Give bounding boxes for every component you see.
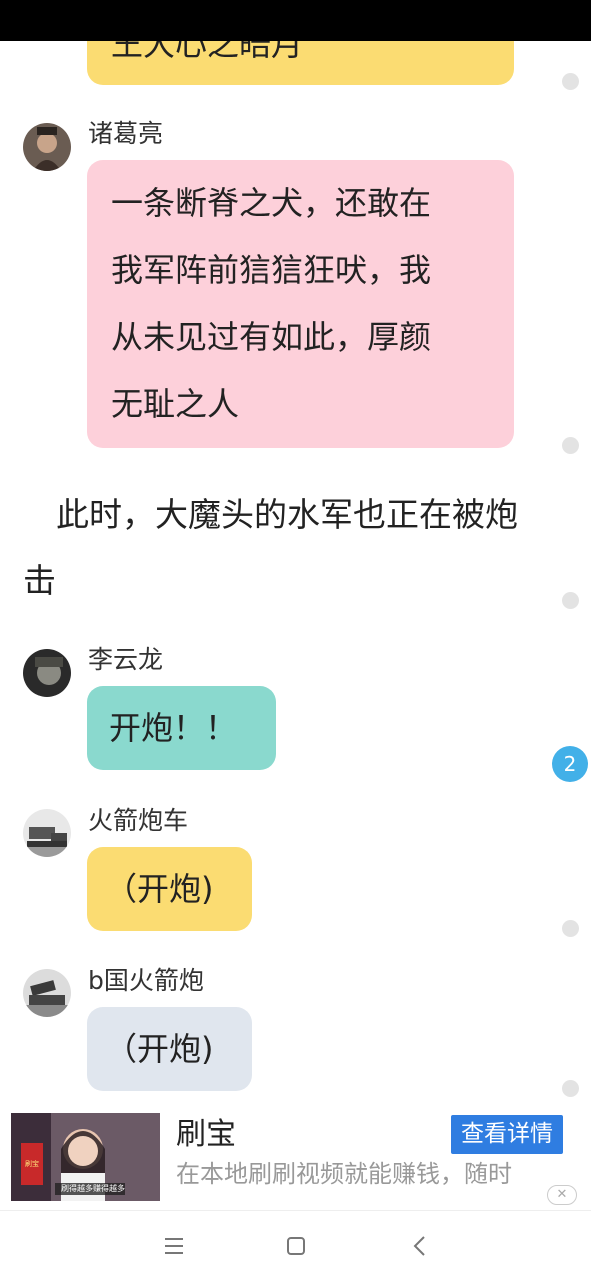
sender-name: 李云龙 <box>88 645 164 674</box>
narration-text: 此时，大魔头的水军也正在被炮击 <box>23 495 518 600</box>
avatar[interactable] <box>23 809 71 857</box>
message-text: （开炮) <box>105 1030 214 1068</box>
like-dot-icon[interactable] <box>562 73 579 90</box>
avatar[interactable] <box>23 649 71 697</box>
ad-thumb-badge: 刷宝 <box>25 1160 39 1168</box>
avatar[interactable] <box>23 123 71 171</box>
message-bubble[interactable]: 开炮！！ <box>87 686 276 770</box>
message-bubble[interactable]: 一条断脊之犬，还敢在 我军阵前狺狺狂吠，我 从未见过有如此，厚颜 无耻之人 <box>87 160 514 448</box>
ad-title[interactable]: 刷宝 <box>176 1115 236 1155</box>
close-ad-icon[interactable]: ✕ <box>547 1185 577 1205</box>
ad-thumb-caption: 刷得越多赚得越多 <box>61 1184 125 1193</box>
ad-thumbnail[interactable]: 刷得越多赚得越多 刷宝 <box>11 1113 160 1201</box>
sender-name: b国火箭炮 <box>88 966 204 995</box>
like-dot-icon[interactable] <box>562 920 579 937</box>
message-bubble[interactable]: （开炮) <box>87 847 252 931</box>
system-nav-bar <box>0 1210 591 1281</box>
avatar[interactable] <box>23 969 71 1017</box>
view-details-button[interactable]: 查看详情 <box>451 1115 563 1154</box>
message-text: 一条断脊之犬，还敢在 我军阵前狺狺狂吠，我 从未见过有如此，厚颜 无耻之人 <box>111 184 432 423</box>
home-icon[interactable] <box>286 1233 306 1259</box>
sender-name: 诸葛亮 <box>88 119 164 148</box>
message-bubble[interactable]: （开炮) <box>87 1007 252 1091</box>
back-icon[interactable] <box>410 1233 430 1259</box>
like-dot-icon[interactable] <box>562 592 579 609</box>
sender-name: 火箭炮车 <box>88 806 189 835</box>
comment-count-badge[interactable]: 2 <box>552 746 588 782</box>
ad-banner[interactable]: 刷得越多赚得越多 刷宝 刷宝 在本地刷刷视频就能赚钱，随时 查看详情 ✕ <box>0 1110 591 1206</box>
message-text: 开炮！！ <box>109 709 238 747</box>
status-bar-overlay <box>0 0 591 41</box>
ad-description[interactable]: 在本地刷刷视频就能赚钱，随时 <box>176 1156 561 1192</box>
message-text: （开炮) <box>105 870 214 908</box>
menu-icon[interactable] <box>164 1233 184 1259</box>
like-dot-icon[interactable] <box>562 1080 579 1097</box>
like-dot-icon[interactable] <box>562 437 579 454</box>
